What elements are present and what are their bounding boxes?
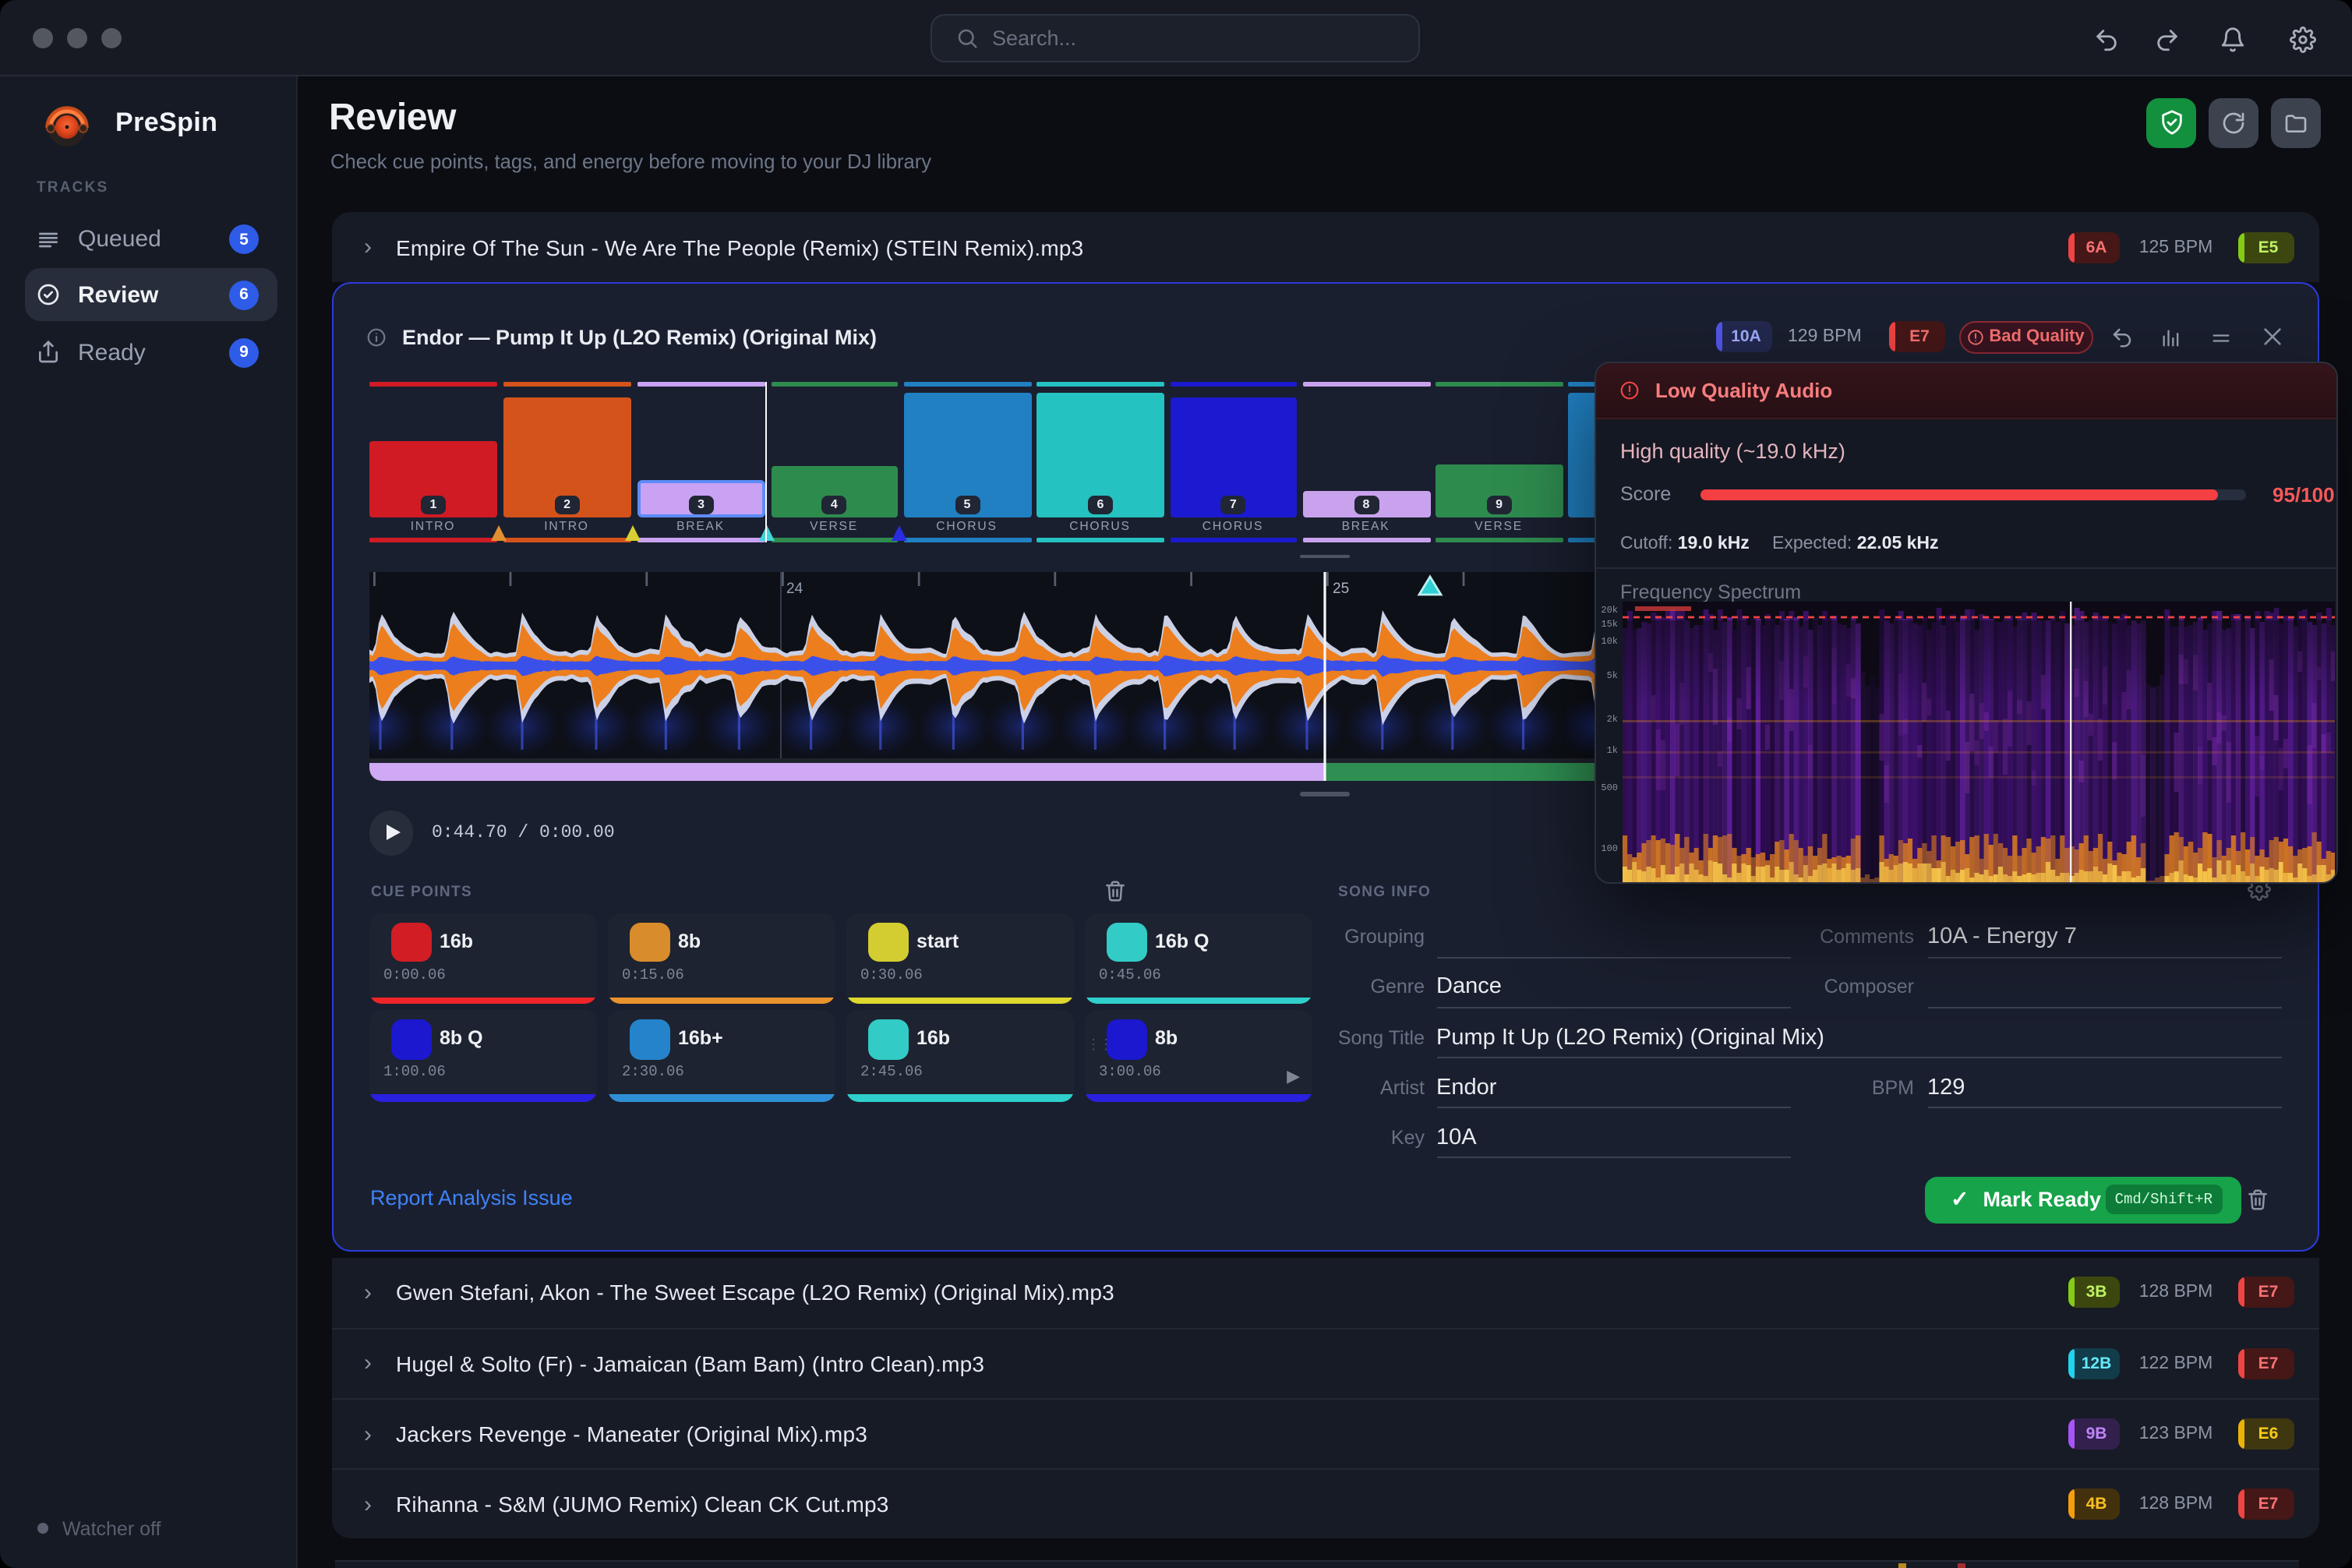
svg-text:25: 25 (1333, 580, 1349, 596)
svg-text:24: 24 (786, 580, 803, 596)
